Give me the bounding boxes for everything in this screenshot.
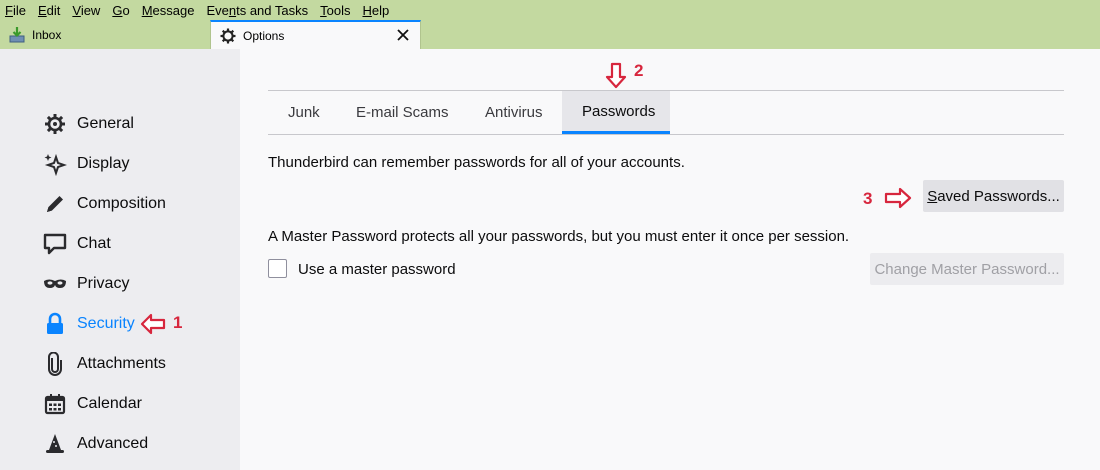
- tab-junk[interactable]: Junk: [268, 91, 340, 134]
- window-chrome: File Edit View Go Message Events and Tas…: [0, 0, 1100, 49]
- menu-go[interactable]: Go: [106, 0, 135, 20]
- sidebar-item-label: Advanced: [77, 435, 149, 452]
- master-password-checkbox-label[interactable]: Use a master password: [298, 261, 456, 278]
- sidebar-item-label: Chat: [77, 235, 111, 252]
- sidebar-item-attachments[interactable]: Attachments: [43, 351, 166, 377]
- sidebar-item-security[interactable]: Security: [43, 311, 135, 337]
- left-arrow-annotation-icon: [140, 313, 166, 335]
- sidebar-item-label: Attachments: [77, 355, 166, 372]
- sidebar-item-display[interactable]: Display: [43, 151, 129, 177]
- menu-events-and-tasks[interactable]: Events and Tasks: [200, 0, 314, 20]
- tab-antivirus[interactable]: Antivirus: [465, 91, 563, 134]
- sidebar-item-composition[interactable]: Composition: [43, 191, 166, 217]
- calendar-icon: [43, 392, 67, 416]
- passwords-description: Thunderbird can remember passwords for a…: [268, 154, 685, 171]
- sidebar-item-label: Composition: [77, 195, 166, 212]
- saved-passwords-button-accel: S: [927, 187, 938, 205]
- menu-file[interactable]: File: [0, 0, 32, 20]
- master-password-checkbox[interactable]: [268, 259, 287, 278]
- sidebar-item-label: Privacy: [77, 275, 130, 292]
- gear-icon: [220, 28, 236, 43]
- sidebar-item-label: Display: [77, 155, 130, 172]
- menu-tools[interactable]: Tools: [314, 0, 356, 20]
- gear-icon: [43, 112, 67, 136]
- menu-edit[interactable]: Edit: [32, 0, 66, 20]
- wizard-hat-icon: [43, 432, 67, 456]
- sidebar-item-privacy[interactable]: Privacy: [43, 271, 129, 297]
- change-master-password-button[interactable]: Change Master Password...: [870, 253, 1064, 285]
- tab-passwords[interactable]: Passwords: [562, 91, 670, 134]
- saved-passwords-button[interactable]: Saved Passwords...: [923, 180, 1064, 212]
- menu-bar: File Edit View Go Message Events and Tas…: [0, 0, 395, 20]
- down-arrow-annotation-icon: [605, 62, 627, 89]
- annotation-step-3: 3: [863, 189, 873, 208]
- chat-bubble-icon: [43, 232, 67, 256]
- tab-inbox-label: Inbox: [32, 28, 62, 42]
- inbox-download-icon: [9, 27, 25, 43]
- mask-icon: [43, 272, 67, 296]
- close-icon[interactable]: [396, 28, 410, 42]
- tab-options[interactable]: Options: [210, 20, 421, 49]
- sidebar-item-calendar[interactable]: Calendar: [43, 391, 142, 417]
- annotation-step-2: 2: [634, 61, 644, 80]
- menu-help[interactable]: Help: [356, 0, 395, 20]
- sidebar-item-label: Security: [77, 315, 135, 332]
- right-arrow-annotation-icon: [884, 187, 912, 209]
- sidebar-item-label: General: [77, 115, 134, 132]
- menu-message[interactable]: Message: [136, 0, 201, 20]
- sidebar-item-advanced[interactable]: Advanced: [43, 431, 148, 457]
- pencil-icon: [43, 192, 67, 216]
- tab-email-scams[interactable]: E-mail Scams: [336, 91, 469, 134]
- sparkle-icon: [43, 152, 67, 176]
- tab-options-label: Options: [243, 28, 285, 43]
- tab-inbox[interactable]: Inbox: [0, 21, 210, 49]
- menu-view[interactable]: View: [66, 0, 106, 20]
- annotation-step-1: 1: [173, 313, 183, 332]
- sidebar-item-label: Calendar: [77, 395, 142, 412]
- tabs-divider-bottom: [268, 134, 1064, 135]
- master-password-description: A Master Password protects all your pass…: [268, 228, 850, 245]
- saved-passwords-button-label: aved Passwords...: [937, 187, 1060, 205]
- paperclip-icon: [43, 352, 67, 376]
- sidebar-item-chat[interactable]: Chat: [43, 231, 111, 257]
- lock-icon: [43, 312, 67, 336]
- sidebar-item-general[interactable]: General: [43, 111, 134, 137]
